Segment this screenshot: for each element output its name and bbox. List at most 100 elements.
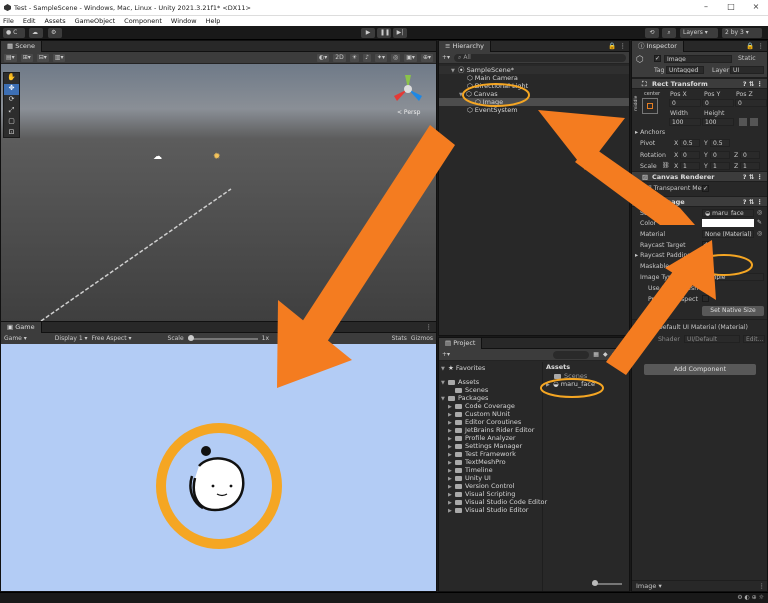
cloud-icon[interactable]: ☁ [29,28,43,38]
inspector-lock-icon[interactable]: 🔒 [746,42,757,50]
collab-icon[interactable]: ⚙ [48,28,62,38]
package-row[interactable]: ▶ Unity UI [439,474,542,482]
hierarchy-scene-row[interactable]: ▼ ⦿ SampleScene* [439,66,629,74]
scenes-folder-row[interactable]: Scenes [439,386,542,394]
layers-dropdown[interactable]: Layers ▾ [680,28,718,38]
display-dropdown[interactable]: Display 1 ▾ [55,335,88,342]
rotate-tool-icon[interactable]: ⟳ [4,95,19,106]
anchor-preset-button[interactable] [642,98,658,114]
package-row[interactable]: ▶ Profile Analyzer [439,434,542,442]
package-row[interactable]: ▶ Custom NUnit [439,410,542,418]
status-icons[interactable]: ⚙ ◐ ⊕ ☼ [737,594,764,601]
static-toggle[interactable]: Static [738,55,756,62]
menu-edit[interactable]: Edit [23,17,36,25]
pos-y-field[interactable]: 0 [702,99,734,107]
scale-slider[interactable] [187,334,258,341]
component-menu-icon[interactable]: ? ⇅ ⋮ [743,197,763,207]
raw-edit-button[interactable] [750,118,758,126]
scale-link-icon[interactable]: ⛓ [662,162,670,169]
filter-label-icon[interactable]: ◆ [603,351,608,358]
rect-tool-icon[interactable]: ▢ [4,117,19,128]
color-swatch[interactable] [702,219,754,227]
hierarchy-search-field[interactable]: ⌕ All [454,53,626,62]
move-tool-icon[interactable]: ✥ [4,84,19,95]
package-row[interactable]: ▶ Visual Studio Code Editor [439,498,547,506]
cull-transparent-checkbox[interactable]: ✓ [702,185,709,192]
image-component-header[interactable]: ▾▣ ✓ Image ? ⇅ ⋮ [632,196,767,207]
scene-hidden-button[interactable]: ◎ [391,53,401,62]
menu-file[interactable]: File [3,17,14,25]
scene-light-toggle[interactable]: ☀ [349,53,360,62]
material-picker-icon[interactable]: ◎ [757,230,762,237]
stats-button[interactable]: Stats [392,335,407,342]
package-row[interactable]: ▶ TextMeshPro [439,458,542,466]
scene-grid-button[interactable]: ⊞▾ [20,53,33,62]
project-add-button[interactable]: +▾ [442,351,450,358]
scene-snap-button[interactable]: ⊟▾ [36,53,49,62]
asset-breadcrumb[interactable]: Assets [544,362,629,372]
aspect-dropdown[interactable]: Free Aspect ▾ [92,335,132,342]
step-button[interactable]: ▶| [393,28,407,38]
asset-zoom-slider[interactable] [592,580,622,586]
tab-scene[interactable]: ▦ Scene [1,40,43,52]
raycast-padding-foldout[interactable]: ▸ Raycast Padding [635,252,691,259]
game-more-icon[interactable]: ⋮ [426,323,437,331]
menu-component[interactable]: Component [124,17,162,25]
component-menu-icon[interactable]: ? ⇅ ⋮ [743,79,763,89]
assets-folder-row[interactable]: ▼ Assets [439,378,542,386]
preview-more-icon[interactable]: ⋮ [759,581,766,591]
tab-game[interactable]: ▣ Game [1,321,42,333]
menu-assets[interactable]: Assets [44,17,65,25]
favorites-row[interactable]: ▼ ★ Favorites [439,364,542,372]
scene-viewport[interactable]: ✋ ✥ ⟳ ⤢ ▢ ⊡ ☁ ✹ < Persp [1,64,436,321]
tab-hierarchy[interactable]: ≡ Hierarchy [439,40,491,52]
image-enabled-checkbox[interactable]: ✓ [651,198,658,205]
project-search-field[interactable] [553,350,590,359]
inspector-more-icon[interactable]: ⋮ [758,42,768,50]
menu-window[interactable]: Window [171,17,197,25]
pause-button[interactable]: ❚❚ [377,28,391,38]
package-row[interactable]: ▶ Settings Manager [439,442,542,450]
hierarchy-item-main-camera[interactable]: ⬡ Main Camera [439,74,629,82]
shader-dropdown[interactable]: UI/Default [684,335,740,343]
maximize-button[interactable]: □ [725,2,737,12]
menu-help[interactable]: Help [206,17,221,25]
menu-gameobject[interactable]: GameObject [75,17,116,25]
package-row[interactable]: ▶ Code Coverage [439,402,542,410]
package-row[interactable]: ▶ Visual Studio Editor [439,506,542,514]
package-row[interactable]: ▶ Version Control [439,482,542,490]
persp-label[interactable]: < Persp [397,109,420,116]
scene-2d-button[interactable]: 2D [333,53,346,62]
raycast-target-checkbox[interactable]: ✓ [702,241,709,248]
use-sprite-mesh-checkbox[interactable] [702,284,709,291]
tab-project[interactable]: ▤ Project [439,337,483,349]
package-row[interactable]: ▶ Timeline [439,466,542,474]
anchors-foldout[interactable]: ▸ Anchors [635,129,665,136]
rot-z-field[interactable]: 0 [740,151,760,159]
object-picker-icon[interactable]: ◎ [757,209,762,216]
add-component-button[interactable]: Add Component [644,364,756,375]
gizmos-button[interactable]: Gizmos [411,335,433,342]
height-field[interactable]: 100 [702,118,734,126]
hierarchy-lock-icon[interactable]: 🔒 [608,42,619,50]
package-row[interactable]: ▶ Test Framework [439,450,542,458]
history-icon[interactable]: ⟲ [645,28,659,38]
width-field[interactable]: 100 [669,118,701,126]
close-button[interactable]: × [750,2,762,12]
scene-camera-button[interactable]: ▣▾ [404,53,417,62]
minimize-button[interactable]: – [700,2,712,12]
object-name-field[interactable]: Image [664,55,732,63]
scene-fx-button[interactable]: ✦▾ [374,53,388,62]
blueprint-mode-button[interactable] [739,118,747,126]
favorite-icon[interactable]: ★ [612,351,617,358]
material-field[interactable]: None (Material) [702,230,754,238]
filter-type-icon[interactable]: ▦ [593,351,599,358]
scale-x-field[interactable]: 1 [680,162,700,170]
pivot-x-field[interactable]: 0.5 [680,139,700,147]
search-icon[interactable]: ⌕ [662,28,676,38]
pivot-y-field[interactable]: 0.5 [710,139,730,147]
source-image-field[interactable]: ◒ maru_face [702,209,754,217]
hierarchy-add-button[interactable]: +▾ [442,54,450,61]
rot-y-field[interactable]: 0 [710,151,730,159]
hidden-count-icon[interactable]: ⊘ [621,351,626,358]
